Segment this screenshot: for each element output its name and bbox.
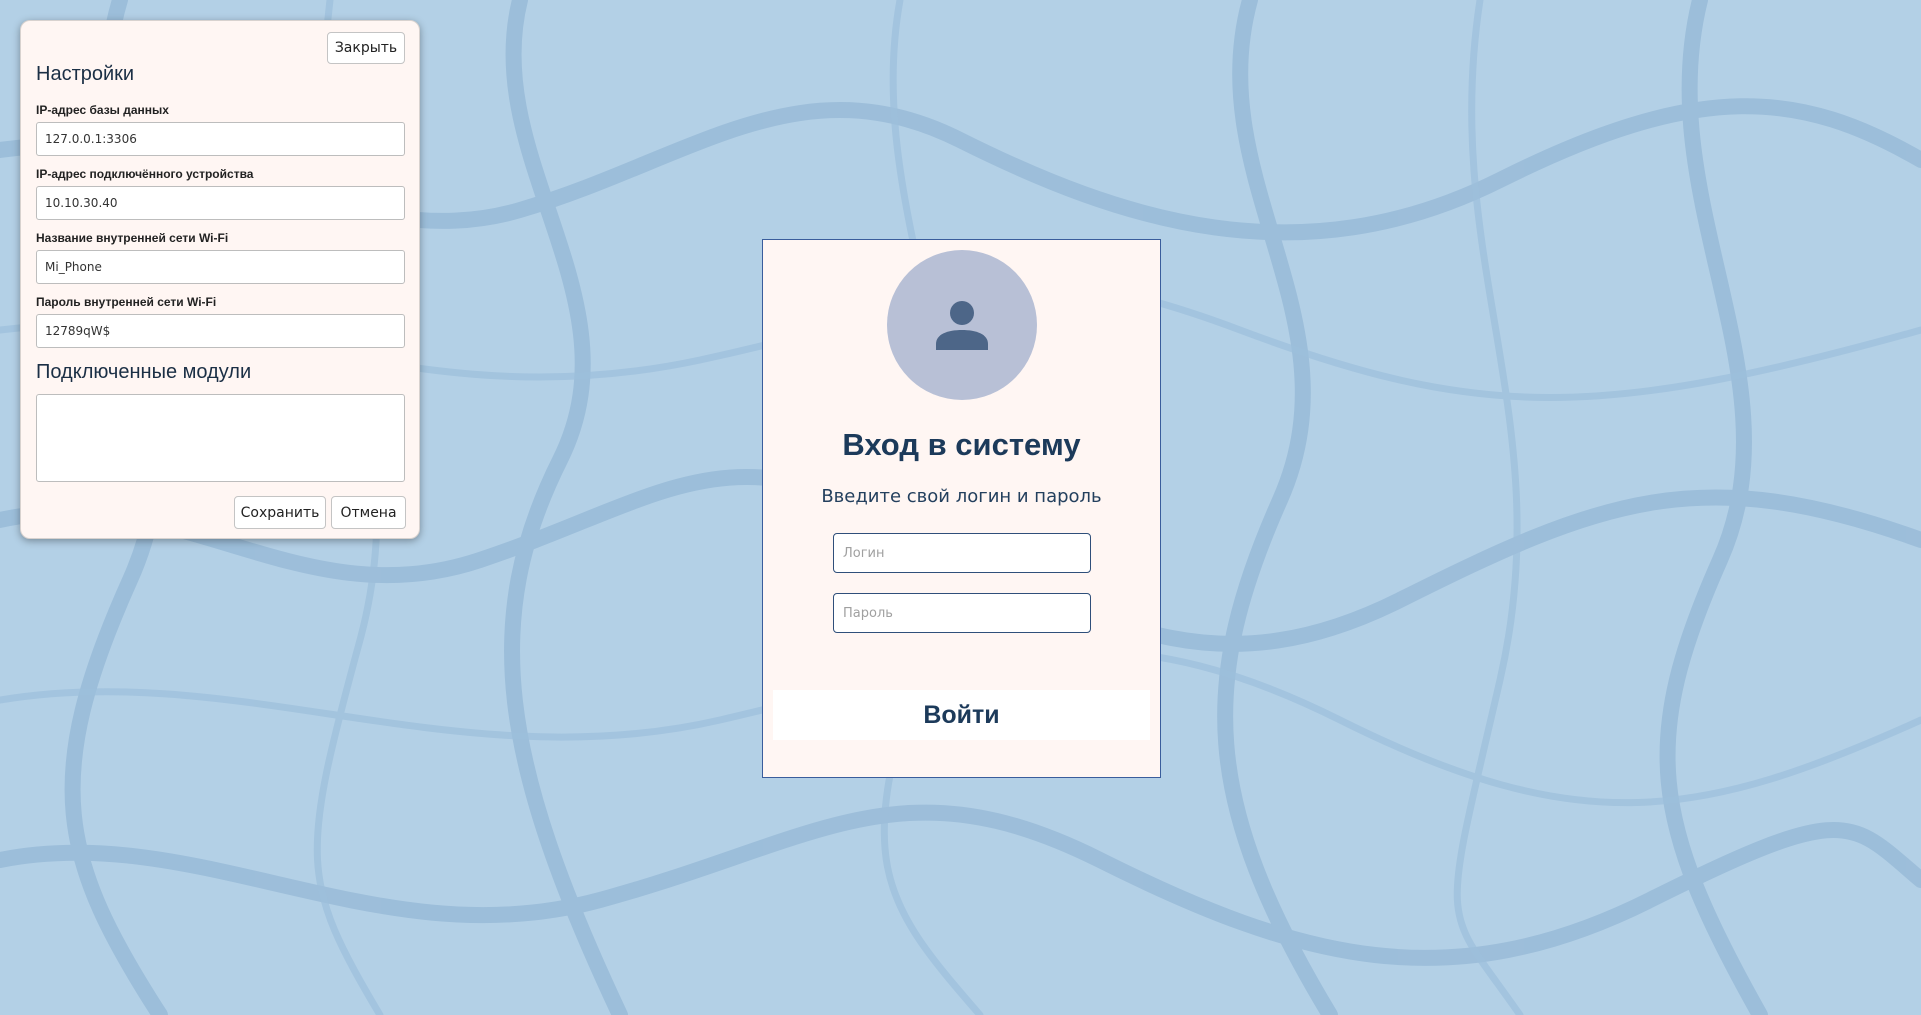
wifi-name-label: Название внутренней сети Wi-Fi: [36, 231, 229, 245]
modules-textarea[interactable]: [36, 394, 405, 482]
avatar: [887, 250, 1037, 400]
save-button[interactable]: Сохранить: [234, 496, 326, 529]
db-ip-input[interactable]: [36, 122, 405, 156]
wifi-password-label: Пароль внутренней сети Wi-Fi: [36, 295, 217, 309]
password-input[interactable]: [833, 593, 1091, 633]
login-button[interactable]: Войти: [773, 690, 1150, 740]
login-card: Вход в систему Введите свой логин и паро…: [762, 239, 1161, 778]
settings-title: Настройки: [36, 63, 135, 85]
device-ip-label: IP-адрес подключённого устройства: [36, 167, 254, 181]
wifi-name-input[interactable]: [36, 250, 405, 284]
login-input[interactable]: [833, 533, 1091, 573]
login-subtitle: Введите свой логин и пароль: [821, 486, 1102, 507]
close-button[interactable]: Закрыть: [327, 32, 405, 64]
modules-title: Подключенные модули: [36, 361, 252, 383]
device-ip-input[interactable]: [36, 186, 405, 220]
db-ip-label: IP-адрес базы данных: [36, 103, 169, 117]
cancel-button[interactable]: Отмена: [331, 496, 406, 529]
settings-panel: Закрыть Настройки IP-адрес базы данных I…: [20, 20, 420, 539]
user-icon: [936, 301, 988, 350]
wifi-password-input[interactable]: [36, 314, 405, 348]
login-title: Вход в систему: [842, 427, 1081, 462]
